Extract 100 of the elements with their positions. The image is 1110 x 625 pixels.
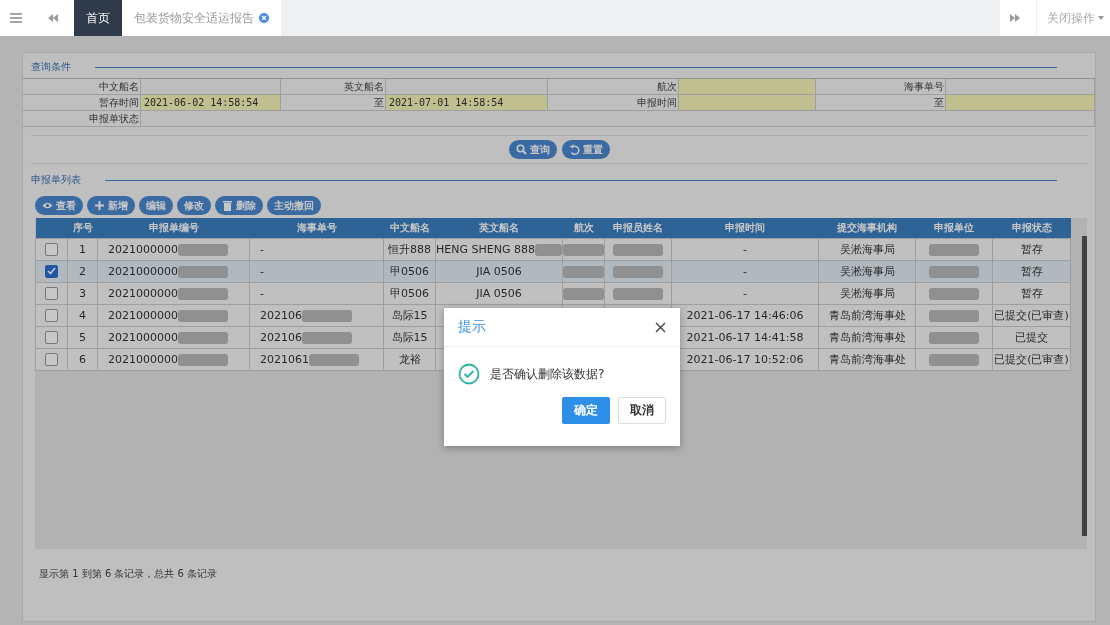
table-cell: 吴淞海事局	[839, 242, 895, 257]
table-cell: 已提交	[1015, 330, 1048, 345]
column-header: 申报员姓名	[604, 218, 672, 239]
button[interactable]: 重置	[561, 140, 610, 159]
table-cell: 2021000000	[108, 265, 178, 278]
checkbox[interactable]	[45, 287, 58, 301]
eye-icon	[42, 200, 53, 211]
column-header: 中文船名	[383, 218, 436, 239]
table-cell: 暂存	[1020, 286, 1043, 301]
table-cell: 202106	[260, 331, 302, 344]
table-cell: 6	[79, 353, 86, 366]
table-cell: 暂存	[1020, 242, 1043, 257]
button[interactable]: 主动撤回	[267, 196, 321, 215]
table-row[interactable]: 1 2021000000 - 恒升888 HENG SHENG 888 - 吴淞海事局 暂存	[35, 238, 1071, 261]
table-cell: 1	[79, 243, 86, 256]
table-cell: 2021-06-17 14:41:58	[686, 331, 804, 344]
table-cell: -	[260, 287, 264, 300]
checkbox[interactable]	[45, 331, 58, 345]
input-field[interactable]: 2021-06-02 14:58:54	[141, 95, 280, 110]
table-cell: 甲0506	[390, 264, 429, 279]
table-cell: 甲0506	[390, 286, 429, 301]
double-right-arrow-icon[interactable]	[1010, 14, 1020, 22]
field-label: 航次	[548, 79, 679, 95]
table-cell: 暂存	[1020, 264, 1043, 279]
table-cell: 2021-06-17 14:46:06	[686, 309, 804, 322]
trash-icon	[222, 200, 233, 211]
input-field[interactable]	[946, 95, 1094, 110]
table-cell: 青岛前湾海事处	[828, 330, 906, 345]
table-cell: 龙裕	[398, 352, 421, 367]
plus-icon	[94, 200, 105, 211]
search-icon	[515, 144, 527, 155]
menu-icon[interactable]	[10, 13, 22, 23]
checkbox[interactable]	[45, 309, 58, 323]
table-cell: 吴淞海事局	[839, 286, 895, 301]
button[interactable]: 编辑	[139, 196, 173, 215]
input-field[interactable]	[679, 95, 815, 110]
table-cell: 2021000000	[108, 331, 178, 344]
column-header: 英文船名	[435, 218, 563, 239]
section-title: 申报单列表	[31, 173, 81, 187]
checkbox[interactable]	[45, 243, 58, 257]
caret-icon	[1098, 16, 1104, 20]
table-cell: 青岛前湾海事处	[828, 352, 906, 367]
table-cell: 已提交(已审查)	[994, 308, 1069, 323]
tab[interactable]: 包装货物安全适运报告	[122, 0, 281, 36]
table-cell: 2021000000	[108, 287, 178, 300]
table-row[interactable]: 2 2021000000 - 甲0506 JIA 0506 - 吴淞海事局 暂存	[35, 260, 1071, 283]
double-left-arrow-icon[interactable]	[48, 14, 58, 22]
table-cell: -	[743, 243, 747, 256]
table-cell: 2021061	[260, 353, 309, 366]
checkbox[interactable]	[45, 353, 58, 367]
field-label: 申报单状态	[23, 111, 141, 127]
table-cell: 吴淞海事局	[839, 264, 895, 279]
table-cell: -	[743, 287, 747, 300]
column-header: 申报状态	[992, 218, 1071, 239]
reset-icon	[568, 144, 580, 155]
pagination-info: 显示第 1 到第 6 条记录，总共 6 条记录	[39, 567, 219, 581]
scrollbar[interactable]	[1082, 236, 1087, 536]
button[interactable]: 修改	[177, 196, 211, 215]
button[interactable]: 查询	[508, 140, 557, 159]
table-cell: 2021000000	[108, 243, 178, 256]
checkbox[interactable]	[45, 265, 58, 279]
table-cell: 岛际15	[391, 308, 428, 323]
table-cell: 2	[79, 265, 86, 278]
button[interactable]: 查看	[35, 196, 83, 215]
button[interactable]: 删除	[215, 196, 263, 215]
table-row[interactable]: 3 2021000000 - 甲0506 JIA 0506 - 吴淞海事局 暂存	[35, 282, 1071, 305]
section-title: 查询条件	[31, 60, 71, 74]
table-cell: 202106	[260, 309, 302, 322]
input-field[interactable]	[679, 79, 815, 94]
table-cell: 2021000000	[108, 353, 178, 366]
table-cell: -	[743, 265, 747, 278]
button[interactable]: 新增	[87, 196, 135, 215]
dialog-title: 提示	[458, 318, 486, 336]
table-cell: JIA 0506	[476, 265, 522, 278]
table-cell: 2021000000	[108, 309, 178, 322]
table-cell: 3	[79, 287, 86, 300]
table-cell: 5	[79, 331, 86, 344]
table-cell: 青岛前湾海事处	[828, 308, 906, 323]
column-header: 航次	[562, 218, 605, 239]
table-cell: -	[260, 243, 264, 256]
table-cell: 恒升888	[388, 242, 431, 257]
button[interactable]: 取消	[618, 397, 666, 424]
column-header: 申报时间	[671, 218, 819, 239]
input-field[interactable]: 2021-07-01 14:58:54	[386, 95, 547, 110]
table-cell: 2021-06-17 10:52:06	[686, 353, 804, 366]
tab[interactable]: 首页	[74, 0, 122, 36]
check-circle-icon	[458, 363, 480, 385]
table-cell: 已提交(已审查)	[994, 352, 1069, 367]
button[interactable]: 确定	[562, 397, 610, 424]
column-header: 序号	[67, 218, 98, 239]
column-header: 提交海事机构	[818, 218, 916, 239]
field-label: 海事单号	[816, 79, 946, 95]
column-header: 申报单编号	[97, 218, 250, 239]
check-icon	[47, 267, 56, 276]
table-cell: HENG SHENG 888	[436, 243, 535, 256]
table-cell: -	[260, 265, 264, 278]
table-cell: 岛际15	[391, 330, 428, 345]
column-header: 申报单位	[915, 218, 993, 239]
table-cell: 4	[79, 309, 86, 322]
close-icon[interactable]	[655, 321, 666, 333]
